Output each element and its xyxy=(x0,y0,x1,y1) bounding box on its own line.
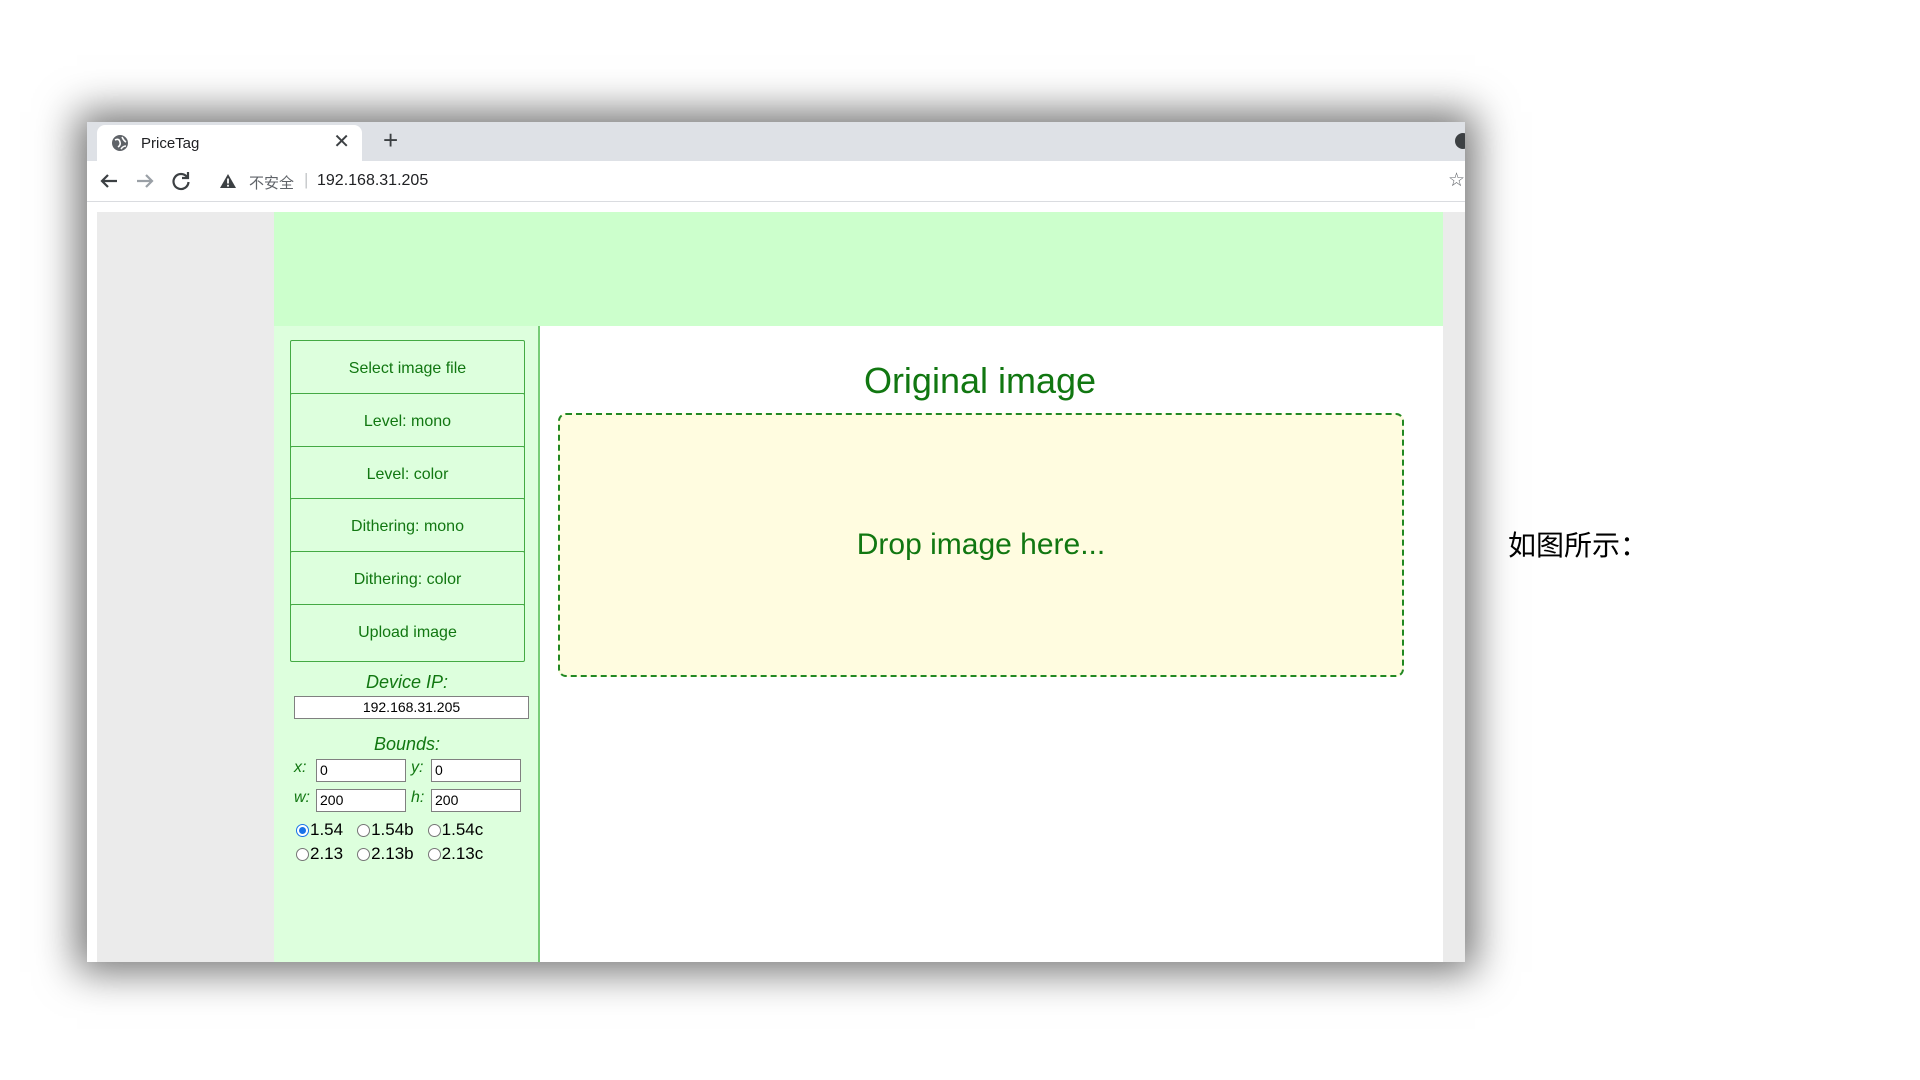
star-icon[interactable]: ☆ xyxy=(1448,171,1465,191)
bounds-y-label: y: xyxy=(411,759,424,776)
close-tab-icon[interactable]: ✕ xyxy=(333,131,350,153)
browser-window: PriceTag ✕ + 不安全 | 192.168.31.205 ☆ Sele… xyxy=(87,122,1465,962)
radio-button[interactable] xyxy=(427,824,441,838)
image-dropzone[interactable]: Drop image here... xyxy=(558,413,1404,677)
arrow-right-icon xyxy=(137,174,154,188)
bounds-label: Bounds: xyxy=(373,734,441,754)
dithering-mono-button[interactable]: Dithering: mono xyxy=(290,498,525,556)
page-viewport: Select image file Level: mono Level: col… xyxy=(97,212,1465,962)
address-bar[interactable]: 192.168.31.205 xyxy=(317,172,428,190)
bounds-w-input[interactable]: 200 xyxy=(316,789,406,812)
bounds-x-label: x: xyxy=(294,759,307,776)
arrow-left-icon xyxy=(100,174,117,188)
dithering-color-button[interactable]: Dithering: color xyxy=(290,551,525,609)
back-button[interactable] xyxy=(95,167,123,195)
bounds-x-input[interactable]: 0 xyxy=(316,759,406,782)
radio-label: 2.13b xyxy=(371,844,414,863)
device-ip-input[interactable]: 192.168.31.205 xyxy=(294,696,529,719)
display-size-row-2: 2.13 2.13b 2.13c xyxy=(296,844,483,864)
radio-option[interactable]: 2.13c xyxy=(427,844,484,864)
radio-label: 2.13c xyxy=(441,844,484,863)
radio-option[interactable]: 1.54b xyxy=(357,820,414,840)
radio-option[interactable]: 1.54 xyxy=(296,820,343,840)
original-image-title: Original image xyxy=(863,360,1097,401)
bounds-h-input[interactable]: 200 xyxy=(431,789,521,812)
annotation-text: 如图所示： xyxy=(1508,529,1649,562)
level-color-button[interactable]: Level: color xyxy=(290,446,525,504)
radio-label: 1.54b xyxy=(371,820,414,839)
radio-label: 1.54c xyxy=(441,820,484,839)
radio-button[interactable] xyxy=(427,848,441,862)
radio-option[interactable]: 2.13 xyxy=(296,844,343,864)
new-tab-button[interactable]: + xyxy=(383,125,398,155)
scrollbar-gutter[interactable] xyxy=(1443,212,1465,962)
level-mono-button[interactable]: Level: mono xyxy=(290,393,525,451)
browser-toolbar: 不安全 | 192.168.31.205 ☆ xyxy=(87,161,1465,202)
display-size-row-1: 1.54 1.54b 1.54c xyxy=(296,820,483,840)
radio-option[interactable]: 1.54c xyxy=(427,820,484,840)
profile-icon[interactable] xyxy=(1455,133,1465,149)
warning-icon[interactable] xyxy=(219,173,237,189)
radio-option[interactable]: 2.13b xyxy=(357,844,414,864)
pricetag-page: Select image file Level: mono Level: col… xyxy=(274,212,1443,962)
radio-button[interactable] xyxy=(296,824,309,838)
radio-button[interactable] xyxy=(296,848,309,862)
url-separator: | xyxy=(304,170,309,189)
reload-button[interactable] xyxy=(167,167,195,195)
reload-icon xyxy=(172,172,190,191)
radio-label: 2.13 xyxy=(310,844,344,863)
tab-pricetag[interactable]: PriceTag ✕ xyxy=(97,125,362,161)
not-secure-label[interactable]: 不安全 xyxy=(249,172,294,193)
bounds-h-label: h: xyxy=(411,789,425,806)
bounds-y-input[interactable]: 0 xyxy=(431,759,521,782)
upload-image-button[interactable]: Upload image xyxy=(290,604,525,662)
globe-icon xyxy=(112,135,128,151)
radio-label: 1.54 xyxy=(310,820,344,839)
forward-button[interactable] xyxy=(131,167,159,195)
page-header xyxy=(274,212,1443,326)
tab-strip: PriceTag ✕ + xyxy=(87,122,1465,161)
tab-title: PriceTag xyxy=(141,135,200,152)
sidebar: Select image file Level: mono Level: col… xyxy=(274,326,540,962)
radio-button[interactable] xyxy=(357,848,371,862)
device-ip-label: Device IP: xyxy=(365,672,449,692)
select-image-file-button[interactable]: Select image file xyxy=(290,340,525,398)
bounds-w-label: w: xyxy=(294,789,310,806)
radio-button[interactable] xyxy=(357,824,371,838)
